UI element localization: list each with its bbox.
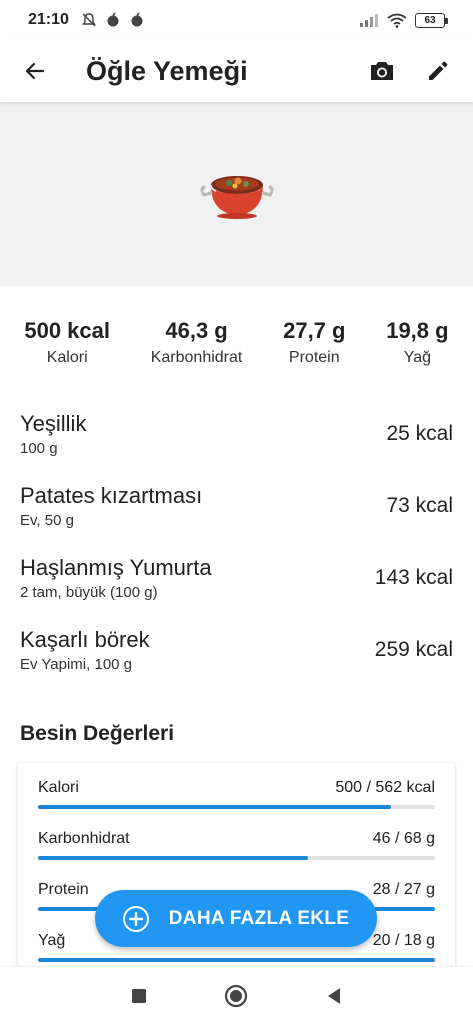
macro-label: Kalori	[46, 349, 88, 366]
progress-track	[38, 856, 435, 860]
nutrition-label: Karbonhidrat	[38, 830, 130, 847]
food-name: Yeşillik	[20, 411, 87, 436]
arrow-left-icon	[25, 62, 45, 80]
add-more-label: DAHA FAZLA EKLE	[168, 907, 350, 929]
macro-label: Yağ	[403, 349, 432, 366]
macro-carbs: 46,3 g Karbonhidrat	[151, 318, 243, 367]
nutrition-value: 28 / 27 g	[372, 881, 435, 898]
nutrition-value: 20 / 18 g	[372, 932, 435, 949]
progress-fill	[38, 805, 392, 809]
app-bar: Öğle Yemeği	[0, 40, 473, 102]
app-notification-icon	[107, 12, 119, 27]
battery-icon: 63	[415, 12, 448, 28]
progress-fill	[38, 958, 435, 962]
food-name: Haşlanmış Yumurta	[20, 555, 212, 580]
camera-button[interactable]	[357, 46, 407, 96]
macro-value: 46,3 g	[165, 318, 228, 343]
progress-track	[38, 805, 435, 809]
macro-value: 27,7 g	[283, 318, 346, 343]
wifi-icon	[387, 13, 407, 28]
macro-protein: 27,7 g Protein	[283, 318, 345, 367]
food-name: Patates kızartması	[20, 483, 203, 508]
macro-label: Protein	[288, 349, 340, 366]
nutrition-label: Kalori	[38, 779, 79, 796]
square-icon	[131, 988, 146, 1003]
macro-fat: 19,8 g Yağ	[386, 318, 448, 367]
macro-summary: 500 kcal Kalori 46,3 g Karbonhidrat 27,7…	[0, 318, 473, 367]
system-nav-bar	[0, 966, 473, 1024]
nutrition-value: 46 / 68 g	[372, 830, 435, 847]
add-more-button[interactable]: DAHA FAZLA EKLE	[95, 890, 377, 947]
food-name: Kaşarlı börek	[20, 627, 150, 652]
food-kcal: 259 kcal	[374, 638, 453, 661]
nutrition-value: 500 / 562 kcal	[335, 779, 435, 796]
macro-value: 500 kcal	[24, 318, 110, 343]
plus-circle-icon	[122, 905, 149, 932]
notifications-off-icon	[82, 13, 96, 27]
page-title: Öğle Yemeği	[86, 55, 248, 86]
food-item[interactable]: Yeşillik 100 g 25 kcal	[0, 398, 473, 470]
pencil-icon	[429, 61, 448, 80]
back-nav-button[interactable]	[312, 974, 356, 1018]
edit-button[interactable]	[413, 46, 463, 96]
food-kcal: 143 kcal	[374, 566, 453, 589]
progress-fill	[38, 856, 308, 860]
progress-track	[38, 958, 435, 962]
recents-button[interactable]	[117, 974, 161, 1018]
cooking-pot-icon	[200, 176, 273, 219]
food-list: Yeşillik 100 g 25 kcal Patates kızartmas…	[0, 398, 473, 686]
food-amount: 100 g	[20, 440, 58, 457]
food-kcal: 73 kcal	[386, 494, 453, 517]
nutrition-label: Yağ	[38, 932, 66, 949]
meal-image-area	[0, 102, 473, 286]
food-item[interactable]: Haşlanmış Yumurta 2 tam, büyük (100 g) 1…	[0, 542, 473, 614]
food-amount: 2 tam, büyük (100 g)	[20, 584, 158, 601]
macro-calories: 500 kcal Kalori	[24, 318, 110, 367]
food-item[interactable]: Kaşarlı börek Ev Yapimi, 100 g 259 kcal	[0, 614, 473, 686]
nutrition-row-calories: Kalori 500 / 562 kcal	[38, 779, 435, 830]
food-amount: Ev Yapimi, 100 g	[20, 656, 133, 673]
status-bar: 21:10 63	[0, 0, 473, 40]
triangle-back-icon	[328, 987, 341, 1004]
macro-label: Karbonhidrat	[150, 349, 243, 366]
camera-icon	[371, 62, 393, 80]
app-notification-icon	[131, 12, 143, 27]
back-button[interactable]	[0, 40, 70, 102]
status-time: 21:10	[28, 11, 69, 28]
food-item[interactable]: Patates kızartması Ev, 50 g 73 kcal	[0, 470, 473, 542]
nutrition-row-carbs: Karbonhidrat 46 / 68 g	[38, 830, 435, 881]
macro-value: 19,8 g	[386, 318, 449, 343]
home-button[interactable]	[214, 974, 258, 1018]
food-kcal: 25 kcal	[386, 422, 453, 445]
home-circle-icon	[225, 984, 248, 1007]
signal-icon	[360, 14, 378, 27]
nutrition-title: Besin Değerleri	[20, 722, 175, 745]
nutrition-label: Protein	[38, 881, 89, 898]
food-amount: Ev, 50 g	[20, 512, 74, 529]
